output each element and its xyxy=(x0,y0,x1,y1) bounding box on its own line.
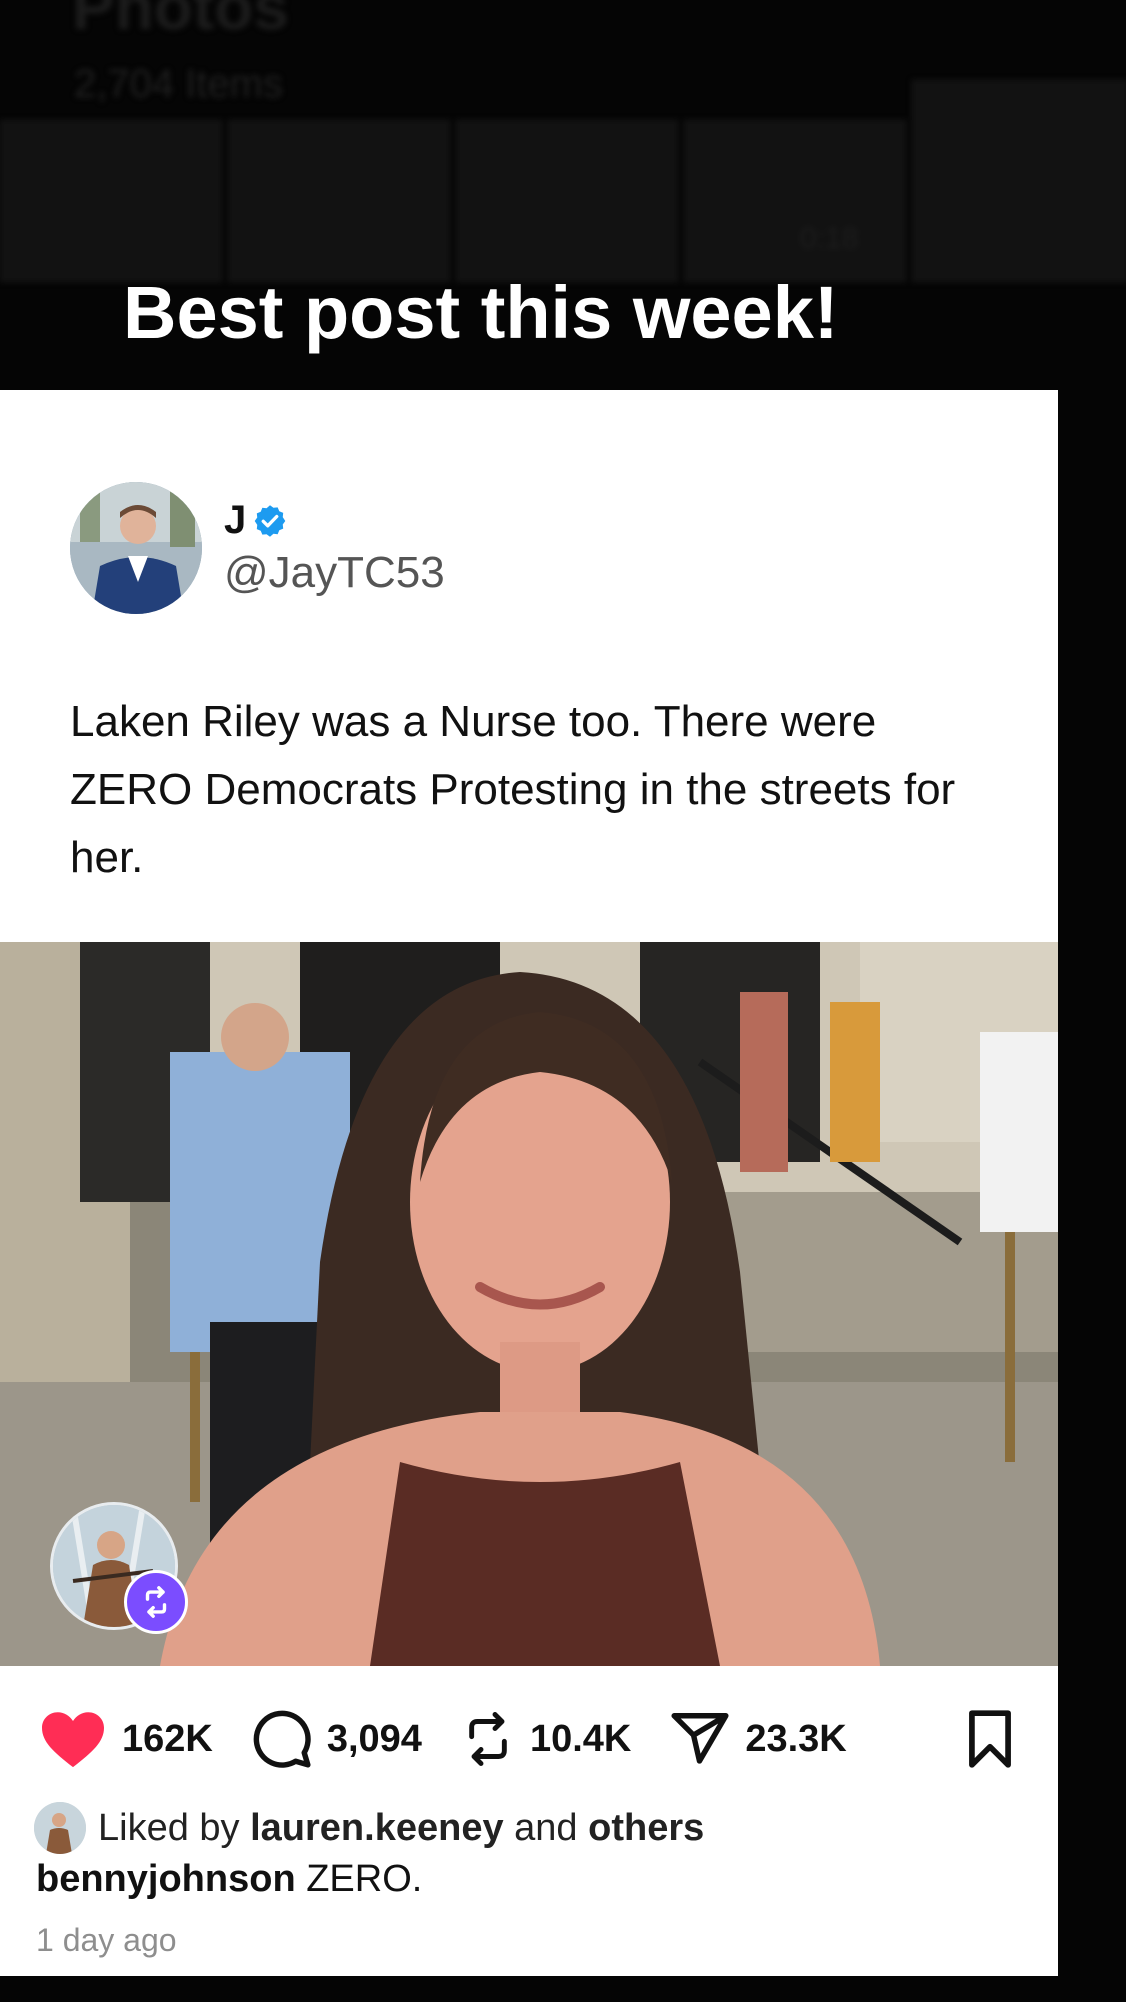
tweet-body-text: Laken Riley was a Nurse too. There were … xyxy=(70,697,956,882)
tweet-author-avatar[interactable] xyxy=(70,482,202,614)
tweet-handle[interactable]: @JayTC53 xyxy=(224,548,445,598)
comment-icon[interactable] xyxy=(251,1708,313,1770)
post-timestamp: 1 day ago xyxy=(36,1922,177,1958)
caption-username[interactable]: bennyjohnson xyxy=(36,1858,296,1900)
like-count: 162K xyxy=(122,1717,213,1760)
background-video-duration: 0:18 xyxy=(800,222,859,255)
send-icon[interactable] xyxy=(669,1708,731,1770)
liked-by-others[interactable]: others xyxy=(588,1807,704,1850)
share-action[interactable]: 23.3K xyxy=(669,1708,847,1770)
background-thumbnail xyxy=(228,120,450,282)
repost-icon[interactable] xyxy=(460,1708,516,1770)
post-actions-bar: 162K 3,094 10.4K 23.3K xyxy=(38,1704,1018,1774)
caption-text: ZERO. xyxy=(306,1858,423,1900)
repost-badge-icon xyxy=(124,1570,188,1634)
background-thumbnail xyxy=(684,120,906,282)
background-thumbnail xyxy=(912,80,1126,282)
liked-by-username[interactable]: lauren.keeney xyxy=(250,1807,503,1850)
repost-count: 10.4K xyxy=(529,1717,632,1760)
heart-icon[interactable] xyxy=(38,1708,108,1770)
share-count: 23.3K xyxy=(745,1717,847,1760)
liked-by-prefix: Liked by xyxy=(98,1806,240,1849)
liked-by-row[interactable]: Liked by lauren.keeney and others xyxy=(34,1802,704,1854)
liked-by-conjunction: and xyxy=(514,1806,578,1849)
tweet-display-name[interactable]: J xyxy=(224,498,246,543)
background-thumbnail xyxy=(0,120,222,282)
repost-action[interactable]: 10.4K xyxy=(460,1708,631,1770)
liked-by-avatar[interactable] xyxy=(34,1802,86,1854)
tweet-author-name-row: J xyxy=(224,498,288,543)
verified-badge-icon xyxy=(254,504,286,537)
post-caption: bennyjohnson ZERO. xyxy=(36,1858,422,1901)
like-action[interactable]: 162K xyxy=(38,1708,213,1770)
comment-count: 3,094 xyxy=(326,1717,422,1760)
background-thumbnail xyxy=(456,120,678,282)
headline-caption: Best post this week! xyxy=(123,271,839,354)
background-item-count: 2,704 Items xyxy=(74,62,284,106)
background-app-title: Photos xyxy=(72,0,289,43)
bookmark-icon[interactable] xyxy=(962,1708,1018,1770)
save-action[interactable] xyxy=(962,1708,1018,1775)
comment-action[interactable]: 3,094 xyxy=(251,1708,422,1770)
instagram-post-card: J @JayTC53 Laken Riley was a Nurse too. … xyxy=(0,390,1058,1976)
